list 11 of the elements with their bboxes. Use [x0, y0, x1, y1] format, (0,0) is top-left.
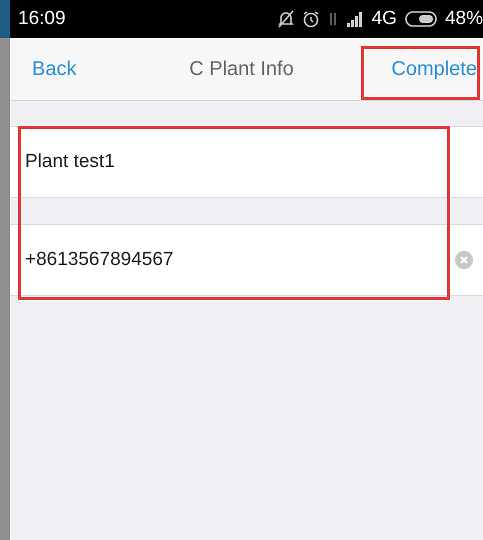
input-field[interactable]: Plant test1 — [10, 126, 483, 198]
mute-bell-icon — [278, 10, 294, 28]
input-field[interactable]: +8613567894567 — [10, 224, 483, 296]
status-time: 16:09 — [18, 8, 66, 30]
alarm-icon — [302, 10, 320, 28]
battery-percent: 48% — [444, 8, 483, 30]
clear-icon[interactable] — [455, 251, 473, 269]
signal-icon — [346, 11, 364, 27]
network-type: 4G — [372, 8, 397, 30]
battery-icon — [404, 11, 437, 27]
page-title: C Plant Info — [188, 58, 295, 80]
